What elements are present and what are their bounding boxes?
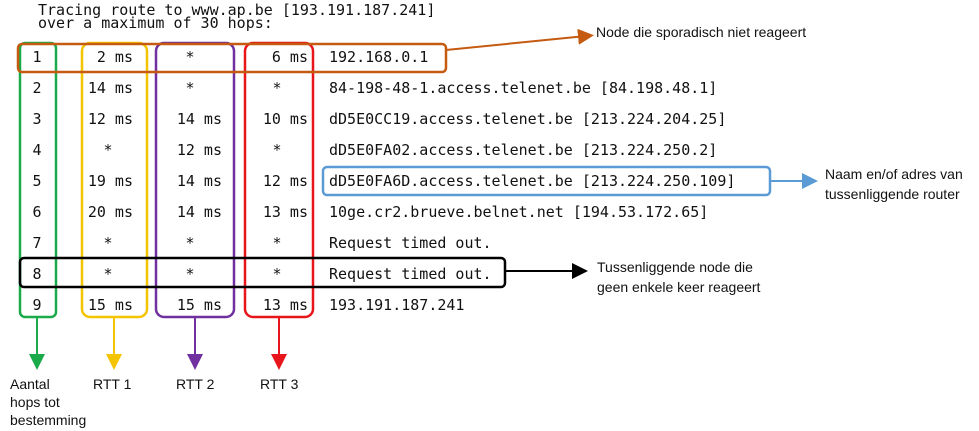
hops-column-box [18, 41, 58, 319]
router-host-box [321, 165, 772, 197]
rtt1-column-box [80, 41, 149, 319]
annotation-overlay [16, 28, 818, 370]
rtt2-column-box [154, 41, 236, 319]
unresponsive-row-box [18, 256, 507, 289]
sporadic-arrow [445, 28, 594, 51]
rtt3-column-box [243, 41, 315, 319]
